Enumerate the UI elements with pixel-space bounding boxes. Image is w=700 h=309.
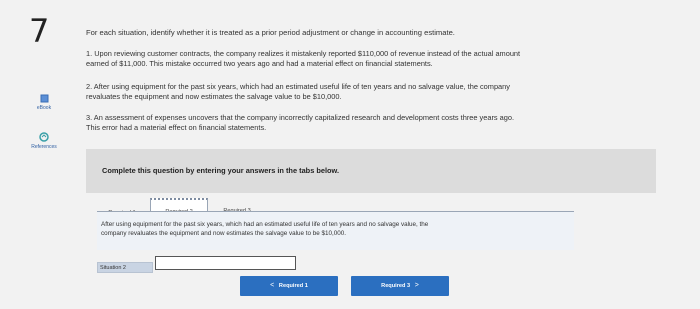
references-link[interactable]: References — [14, 132, 74, 150]
instructions-text: Complete this question by entering your … — [102, 166, 340, 175]
situation-2: 2. After using equipment for the past si… — [86, 82, 646, 102]
chevron-right-icon: > — [414, 282, 419, 289]
panel-description: After using equipment for the past six y… — [97, 212, 574, 250]
situation-1-line1: 1. Upon reviewing customer contracts, th… — [86, 49, 521, 58]
question-intro: For each situation, identify whether it … — [86, 28, 455, 37]
prev-required-1-button[interactable]: < Required 1 — [240, 276, 338, 296]
question-number: 7 — [29, 12, 50, 50]
book-icon — [40, 94, 48, 103]
references-icon — [39, 132, 49, 142]
prev-button-label: Required 1 — [278, 283, 308, 289]
situation-1: 1. Upon reviewing customer contracts, th… — [86, 49, 646, 69]
tab-panel: After using equipment for the past six y… — [97, 211, 574, 282]
next-button-label: Required 3 — [381, 283, 411, 289]
situation-3: 3. An assessment of expenses uncovers th… — [86, 113, 646, 133]
panel-line1: After using equipment for the past six y… — [101, 221, 429, 228]
situation-2-line2: revaluates the equipment and now estimat… — [86, 92, 342, 101]
ebook-label: eBook — [36, 105, 52, 111]
situation-2-label: Situation 2 — [97, 262, 153, 273]
ebook-link[interactable]: eBook — [14, 94, 74, 111]
situation-2-answer-input[interactable] — [155, 256, 296, 270]
chevron-left-icon: < — [270, 282, 275, 289]
instructions-box: Complete this question by entering your … — [86, 149, 656, 193]
next-required-3-button[interactable]: Required 3 > — [351, 276, 449, 296]
panel-line2: company revaluates the equipment and now… — [101, 230, 347, 237]
situation-2-line1: 2. After using equipment for the past si… — [86, 82, 510, 91]
situation-3-line1: 3. An assessment of expenses uncovers th… — [86, 113, 515, 122]
situation-3-line2: This error had a material effect on fina… — [86, 123, 267, 132]
situation-1-line2: earned of $11,000. This mistake occurred… — [86, 59, 433, 68]
references-label: References — [31, 144, 57, 150]
